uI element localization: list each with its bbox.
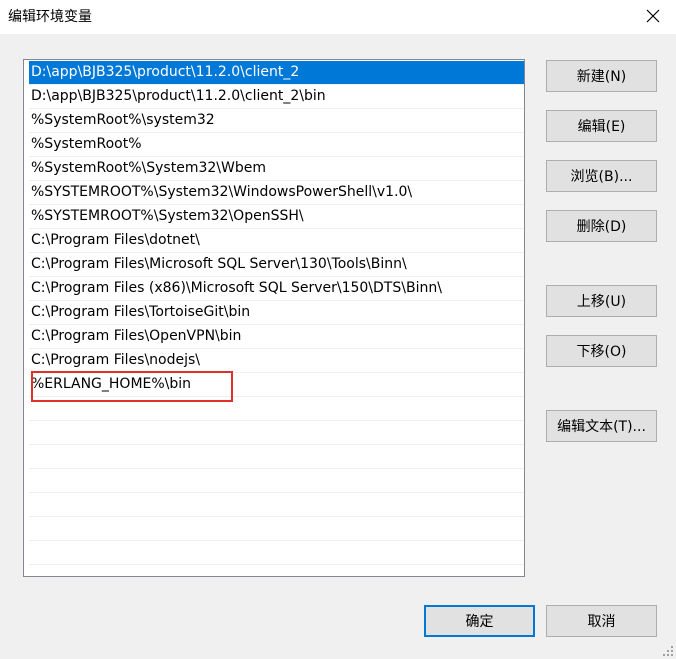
cancel-button[interactable]: 取消 bbox=[546, 605, 657, 637]
new-button[interactable]: 新建(N) bbox=[546, 60, 657, 92]
empty-row[interactable] bbox=[29, 469, 524, 493]
list-item[interactable]: %SystemRoot% bbox=[29, 133, 524, 157]
list-item[interactable]: D:\app\BJB325\product\11.2.0\client_2\bi… bbox=[29, 85, 524, 109]
list-item[interactable]: C:\Program Files\TortoiseGit\bin bbox=[29, 301, 524, 325]
empty-row[interactable] bbox=[29, 421, 524, 445]
list-item[interactable]: %SystemRoot%\System32\Wbem bbox=[29, 157, 524, 181]
list-item[interactable]: %ERLANG_HOME%\bin bbox=[29, 373, 524, 397]
close-icon bbox=[646, 9, 660, 23]
list-item[interactable]: %SYSTEMROOT%\System32\OpenSSH\ bbox=[29, 205, 524, 229]
list-item[interactable]: %SYSTEMROOT%\System32\WindowsPowerShell\… bbox=[29, 181, 524, 205]
list-item[interactable]: C:\Program Files\dotnet\ bbox=[29, 229, 524, 253]
empty-row[interactable] bbox=[29, 397, 524, 421]
list-item[interactable]: C:\Program Files (x86)\Microsoft SQL Ser… bbox=[29, 277, 524, 301]
title-bar: 编辑环境变量 bbox=[0, 0, 676, 34]
list-item[interactable]: C:\Program Files\Microsoft SQL Server\13… bbox=[29, 253, 524, 277]
path-list[interactable]: D:\app\BJB325\product\11.2.0\client_2 D:… bbox=[23, 59, 525, 577]
empty-row[interactable] bbox=[29, 517, 524, 541]
resize-grip-icon[interactable] bbox=[662, 645, 674, 657]
edit-text-button[interactable]: 编辑文本(T)... bbox=[546, 410, 657, 442]
close-button[interactable] bbox=[630, 0, 676, 32]
browse-button[interactable]: 浏览(B)... bbox=[546, 160, 657, 192]
ok-button[interactable]: 确定 bbox=[424, 605, 535, 637]
edit-button[interactable]: 编辑(E) bbox=[546, 110, 657, 142]
window-title: 编辑环境变量 bbox=[8, 9, 92, 25]
move-up-button[interactable]: 上移(U) bbox=[546, 285, 657, 317]
list-item[interactable]: %SystemRoot%\system32 bbox=[29, 109, 524, 133]
list-item[interactable]: C:\Program Files\nodejs\ bbox=[29, 349, 524, 373]
list-item[interactable]: C:\Program Files\OpenVPN\bin bbox=[29, 325, 524, 349]
empty-row[interactable] bbox=[29, 445, 524, 469]
delete-button[interactable]: 删除(D) bbox=[546, 210, 657, 242]
empty-row[interactable] bbox=[29, 493, 524, 517]
empty-row[interactable] bbox=[29, 541, 524, 565]
list-item[interactable]: D:\app\BJB325\product\11.2.0\client_2 bbox=[29, 61, 524, 85]
move-down-button[interactable]: 下移(O) bbox=[546, 335, 657, 367]
